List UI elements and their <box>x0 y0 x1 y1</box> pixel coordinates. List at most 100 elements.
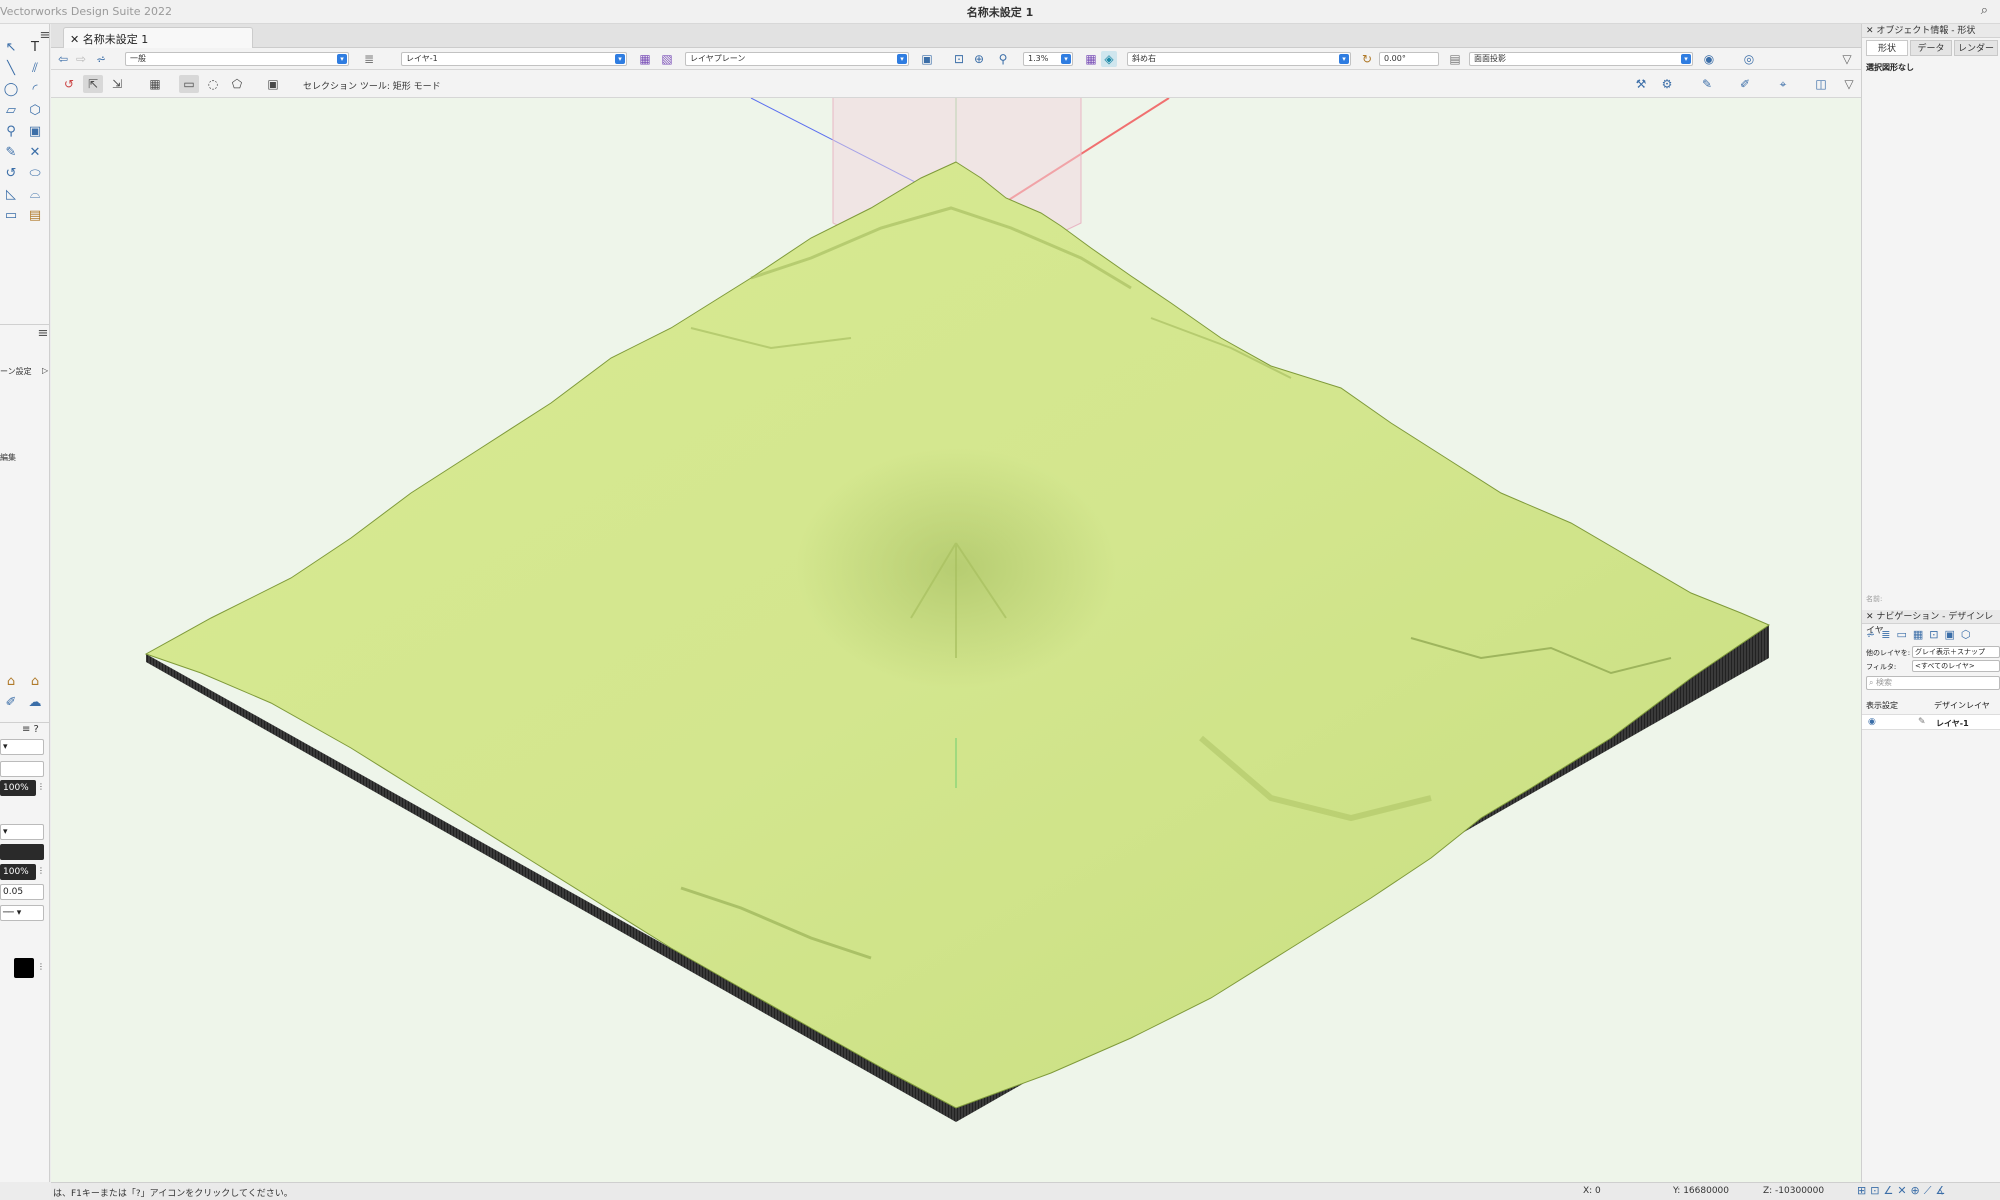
terrain-viewport[interactable] <box>51 98 1861 1182</box>
ref-nav-icon[interactable]: ⊡ <box>1929 628 1944 641</box>
render-icon[interactable]: ▤ <box>1447 51 1463 67</box>
tab-document[interactable]: ✕ 名称未設定 1 <box>63 27 253 48</box>
search-input[interactable]: ⌕ 検索 <box>1866 676 2000 690</box>
class-icon[interactable]: ⩫ <box>93 51 109 67</box>
lighting-icon[interactable]: ◉ <box>1701 51 1717 67</box>
mode-rectangle-icon[interactable]: ⇱ <box>83 75 103 93</box>
mode-rotate-icon[interactable]: ↺ <box>59 75 79 93</box>
angle-field[interactable]: 0.00° <box>1379 52 1439 66</box>
view-setting-item[interactable]: ーン設定 <box>0 366 32 377</box>
measure-icon[interactable]: ⌖ <box>1773 75 1793 93</box>
arc-tool-icon[interactable]: ◜ <box>26 82 44 98</box>
snap-toolbar[interactable]: ⊞⊡∠✕⊕⟋∡ <box>1857 1184 1949 1198</box>
object-nav-icon[interactable]: ⬡ <box>1961 628 1977 641</box>
text-tool-icon[interactable]: T <box>26 40 44 56</box>
mode-polygon-select-icon[interactable]: ⬠ <box>227 75 247 93</box>
freeform-tool-icon[interactable]: ⌓ <box>26 187 44 203</box>
view-nav-icon[interactable]: ▦ <box>1913 628 1929 641</box>
wall-tool-icon[interactable]: ▭ <box>2 208 20 224</box>
tab-shape[interactable]: 形状 <box>1866 40 1908 56</box>
viewbar-expand-icon[interactable]: ▽ <box>1839 51 1855 67</box>
cloud-tool-icon[interactable]: ⬭ <box>26 166 44 182</box>
pen-opacity-field[interactable]: 100% <box>0 864 36 880</box>
drawing-canvas[interactable] <box>51 98 1861 1182</box>
oval-tool-icon[interactable]: ◯ <box>2 82 20 98</box>
snap-grid-icon[interactable]: ⊞ <box>1857 1184 1870 1197</box>
fill-opacity-field[interactable]: 100% <box>0 780 36 796</box>
navigation-toolbar[interactable]: ⩫≣▭▦⊡▣⬡ <box>1866 628 1976 641</box>
fill-style-select[interactable]: ▾ <box>0 739 44 755</box>
mode-lasso-icon[interactable]: ◌ <box>203 75 223 93</box>
line-tool-icon[interactable]: ╲ <box>2 61 20 77</box>
color-swatch[interactable] <box>14 958 34 978</box>
pen-color-field[interactable] <box>0 844 44 860</box>
plane-icon[interactable]: ▧ <box>659 51 675 67</box>
tab-data[interactable]: データ <box>1910 40 1952 56</box>
more-icon[interactable]: ⋮ <box>37 866 45 875</box>
zoom-icon[interactable]: ⚲ <box>995 51 1011 67</box>
layers-icon[interactable]: ◫ <box>1811 75 1831 93</box>
fill-color-field[interactable] <box>0 761 44 777</box>
plane-select[interactable]: レイヤプレーン ▾ <box>685 52 909 66</box>
eyedropper-tool-icon[interactable]: ⚲ <box>2 124 20 140</box>
selection-tool-icon[interactable]: ↖ <box>2 40 20 56</box>
other-layers-select[interactable]: グレイ表示＋スナップ <box>1912 646 2000 658</box>
snap-distance-icon[interactable]: ∡ <box>1935 1184 1949 1197</box>
layer-select[interactable]: レイヤ-1 ▾ <box>401 52 627 66</box>
more-icon[interactable]: ⋮ <box>37 782 45 791</box>
close-icon[interactable]: ✕ <box>1866 26 1874 36</box>
spiral-tool-icon[interactable]: ↺ <box>2 166 20 182</box>
view-orientation-icon[interactable]: ◈ <box>1101 51 1117 67</box>
close-icon[interactable]: ✕ <box>70 33 79 46</box>
offset-tool-icon[interactable]: ▣ <box>26 124 44 140</box>
mode-settings-icon[interactable]: ▣ <box>263 75 283 93</box>
search-icon[interactable]: ⌕ <box>1981 3 1988 18</box>
panel-menu-icon[interactable]: ≡ <box>34 326 52 342</box>
filter-select[interactable]: <すべてのレイヤ> <box>1912 660 2000 672</box>
zoom-select[interactable]: 1.3% ▾ <box>1023 52 1073 66</box>
forward-icon[interactable]: ⇨ <box>73 51 89 67</box>
fit-view-icon[interactable]: ▣ <box>919 51 935 67</box>
tab-render[interactable]: レンダー <box>1954 40 1998 56</box>
pencil-icon[interactable]: ✎ <box>1697 75 1717 93</box>
pen-tool-icon[interactable]: ✎ <box>2 145 20 161</box>
snap-angle-icon[interactable]: ∠ <box>1883 1184 1897 1197</box>
snap-smart-icon[interactable]: ⊕ <box>1911 1184 1924 1197</box>
layer-nav-icon[interactable]: ≣ <box>1881 628 1896 641</box>
snap-tangent-icon[interactable]: ⟋ <box>1924 1184 1936 1197</box>
class-select[interactable]: 一般 ▾ <box>125 52 349 66</box>
attributes-menu-icon[interactable]: ≡ ? <box>22 724 39 735</box>
roof-tool-icon[interactable]: ⌂ <box>26 674 44 690</box>
trim-tool-icon[interactable]: ✕ <box>26 145 44 161</box>
gear-icon[interactable]: ⚙ <box>1657 75 1677 93</box>
more-icon[interactable]: ⋮ <box>37 962 45 971</box>
edit-icon[interactable]: ✎ <box>1918 717 1926 727</box>
line-type-select[interactable]: ── ▾ <box>0 905 44 921</box>
snap-object-icon[interactable]: ⊡ <box>1870 1184 1883 1197</box>
render-select[interactable]: 面面投影 ▾ <box>1469 52 1693 66</box>
mode-rect-select-icon[interactable]: ▭ <box>179 75 199 93</box>
camera-icon[interactable]: ◎ <box>1741 51 1757 67</box>
landscape-tool-icon[interactable]: ☁ <box>26 695 44 711</box>
rotate-icon[interactable]: ↻ <box>1359 51 1375 67</box>
sheet-nav-icon[interactable]: ▭ <box>1896 628 1912 641</box>
edit-item[interactable]: 編集 <box>0 452 16 463</box>
mode-group-icon[interactable]: ▦ <box>145 75 165 93</box>
eye-icon[interactable]: ◉ <box>1868 717 1876 727</box>
house-tool-icon[interactable]: ⌂ <box>2 674 20 690</box>
zoom-window-icon[interactable]: ⊕ <box>971 51 987 67</box>
symbol-nav-icon[interactable]: ▣ <box>1944 628 1960 641</box>
snap-intersection-icon[interactable]: ✕ <box>1897 1184 1910 1197</box>
rectangle-tool-icon[interactable]: ▱ <box>2 103 20 119</box>
view-select[interactable]: 斜め右 ▾ <box>1127 52 1351 66</box>
projection-icon[interactable]: ▦ <box>1083 51 1099 67</box>
zoom-extents-icon[interactable]: ⊡ <box>951 51 967 67</box>
modebar-expand-icon[interactable]: ▽ <box>1839 75 1859 93</box>
brush-tool-icon[interactable]: ✐ <box>2 695 20 711</box>
layer-icon[interactable]: ≣ <box>361 51 377 67</box>
pen-style-select[interactable]: ▾ <box>0 824 44 840</box>
polygon-tool-icon[interactable]: ⬡ <box>26 103 44 119</box>
class-nav-icon[interactable]: ⩫ <box>1866 628 1881 641</box>
stair-tool-icon[interactable]: ▤ <box>26 208 44 224</box>
snap-icon[interactable]: ⚒ <box>1631 75 1651 93</box>
